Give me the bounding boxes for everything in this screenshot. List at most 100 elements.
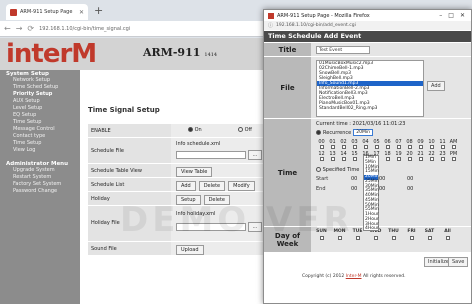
start-second[interactable]: 00 xyxy=(407,176,413,182)
close-tab-icon[interactable]: ✕ xyxy=(79,9,84,16)
hour-pm-checkboxes xyxy=(316,157,466,163)
hour-checkbox[interactable] xyxy=(363,145,368,149)
hour-checkbox[interactable] xyxy=(352,157,357,161)
file-listbox[interactable]: 01MusicBoxMusic2.mp3 02ChimeBell-1.mp3 Sno… xyxy=(316,60,424,117)
save-button[interactable]: Save xyxy=(448,257,469,267)
hour-checkbox[interactable] xyxy=(396,145,401,149)
sidebar-item[interactable]: Priority Setup xyxy=(0,91,80,98)
browser-tab[interactable]: ARM-911 Setup Page ✕ xyxy=(6,4,88,20)
start-hour[interactable]: 00 xyxy=(351,176,357,182)
recurrence-label: Recurrence xyxy=(323,129,352,136)
end-hour[interactable]: 00 xyxy=(351,186,357,192)
sidebar-item[interactable]: Password Change xyxy=(0,188,80,195)
specified-time-radio[interactable] xyxy=(316,167,321,172)
schedule-list-label: Schedule List xyxy=(91,182,125,188)
title-row: Title Test Event xyxy=(264,42,471,56)
hour-checkbox[interactable] xyxy=(374,145,379,149)
hour-checkbox[interactable] xyxy=(385,157,390,161)
hour-checkbox[interactable] xyxy=(429,145,434,149)
hour-checkbox[interactable] xyxy=(440,145,445,149)
hour-checkbox[interactable] xyxy=(418,145,423,149)
sidebar-item[interactable]: EQ Setup xyxy=(0,112,80,119)
hour-checkbox[interactable] xyxy=(440,157,445,161)
hour-checkbox[interactable] xyxy=(407,145,412,149)
upload-button[interactable]: Upload xyxy=(176,245,204,255)
hour-checkbox[interactable] xyxy=(341,145,346,149)
reload-icon[interactable]: ⟳ xyxy=(27,24,34,33)
hour-checkbox[interactable] xyxy=(451,145,456,149)
url-text[interactable]: 192.168.1.10/cgi-bin/time_signal.cgi xyxy=(39,26,130,32)
day-checkbox[interactable] xyxy=(391,236,396,240)
sidebar-item[interactable]: Restart System xyxy=(0,174,80,181)
sidebar-item[interactable]: Time Setup xyxy=(0,119,80,126)
sidebar-item[interactable]: Factory Set System xyxy=(0,181,80,188)
sidebar-item[interactable]: Time Setup xyxy=(0,140,80,147)
day-all: All xyxy=(440,229,455,242)
schedule-browse-button[interactable]: ... xyxy=(247,150,263,160)
recurrence-radio[interactable] xyxy=(316,130,321,135)
company-link[interactable]: Inter-M xyxy=(346,274,362,279)
end-minute[interactable]: 00 xyxy=(379,186,385,192)
file-row: File 01MusicBoxMusic2.mp3 02ChimeBell-1.m… xyxy=(264,56,471,118)
delete-schedule-button[interactable]: Delete xyxy=(198,181,226,191)
sidebar-item[interactable]: AUX Setup xyxy=(0,98,80,105)
title-input[interactable]: Test Event xyxy=(316,46,370,54)
hour-checkbox[interactable] xyxy=(352,145,357,149)
hour-checkbox[interactable] xyxy=(385,145,390,149)
hour-checkbox[interactable] xyxy=(396,157,401,161)
end-second[interactable]: 00 xyxy=(407,186,413,192)
day-checkbox[interactable] xyxy=(373,236,378,240)
sidebar-item[interactable]: Time Sched Setup xyxy=(0,84,80,91)
enable-off-radio[interactable]: Off xyxy=(238,127,252,133)
hour-checkbox[interactable] xyxy=(418,157,423,161)
current-time: Current time : 2021/03/16 11:01:23 xyxy=(316,121,406,127)
radio-on-icon[interactable] xyxy=(188,127,193,132)
view-table-button[interactable]: View Table xyxy=(176,167,213,177)
maximize-icon[interactable]: □ xyxy=(448,12,454,19)
enable-on-radio[interactable]: On xyxy=(188,127,202,133)
schedule-file-input[interactable] xyxy=(176,150,246,159)
back-icon[interactable]: ← xyxy=(4,24,11,33)
start-label: Start xyxy=(316,176,329,182)
day-sat: SAT xyxy=(422,229,437,242)
day-checkbox-wrap xyxy=(422,234,437,242)
start-minute[interactable]: 00 xyxy=(379,176,385,182)
radio-off-icon[interactable] xyxy=(238,127,243,132)
day-checkbox[interactable] xyxy=(427,236,432,240)
recurrence-dropdown[interactable]: 1Min 5Min 10Min 15Min 20Min 25Min 30Min 35Min 40… xyxy=(363,155,379,231)
file-add-button[interactable]: Add xyxy=(427,81,445,91)
hour-checkbox[interactable] xyxy=(330,157,335,161)
hour-checkbox[interactable] xyxy=(407,157,412,161)
holiday-label: Holiday xyxy=(91,196,110,202)
recurrence-select[interactable]: 20Min xyxy=(353,129,374,136)
forward-icon[interactable]: → xyxy=(16,24,23,33)
hour-checkbox[interactable] xyxy=(451,157,456,161)
sidebar-item[interactable]: Message Control xyxy=(0,126,80,133)
sidebar-item[interactable]: Network Setup xyxy=(0,77,80,84)
brand-logo: interM xyxy=(6,39,97,69)
hour-checkbox[interactable] xyxy=(330,145,335,149)
hour-checkbox[interactable] xyxy=(429,157,434,161)
model-name: ARM-911 1414 xyxy=(143,46,217,59)
hour-checkbox[interactable] xyxy=(319,145,324,149)
day-checkbox[interactable] xyxy=(409,236,414,240)
hour-pm-cell xyxy=(393,157,404,163)
new-tab-button[interactable]: + xyxy=(94,5,103,16)
hour-pm-cell xyxy=(437,157,448,163)
minimize-icon[interactable]: – xyxy=(439,12,442,19)
day-checkbox[interactable] xyxy=(355,236,360,240)
modify-schedule-button[interactable]: Modify xyxy=(228,181,255,191)
sidebar-item[interactable]: Upgrade System xyxy=(0,167,80,174)
sidebar-item[interactable]: Level Setup xyxy=(0,105,80,112)
hour-checkbox[interactable] xyxy=(341,157,346,161)
sidebar-group-title: System Setup xyxy=(6,71,49,77)
sidebar-item[interactable]: View Log xyxy=(0,147,80,154)
close-icon[interactable]: ✕ xyxy=(460,12,465,19)
day-checkbox-wrap xyxy=(368,234,383,242)
sidebar-item[interactable]: Contact type xyxy=(0,133,80,140)
recurrence-option-item[interactable]: 4Hour xyxy=(364,226,379,232)
add-schedule-button[interactable]: Add xyxy=(176,181,196,191)
hour-checkbox[interactable] xyxy=(319,157,324,161)
file-list-item[interactable]: StandardBell02_Ring.mp3 xyxy=(317,106,423,111)
day-checkbox[interactable] xyxy=(445,236,450,240)
